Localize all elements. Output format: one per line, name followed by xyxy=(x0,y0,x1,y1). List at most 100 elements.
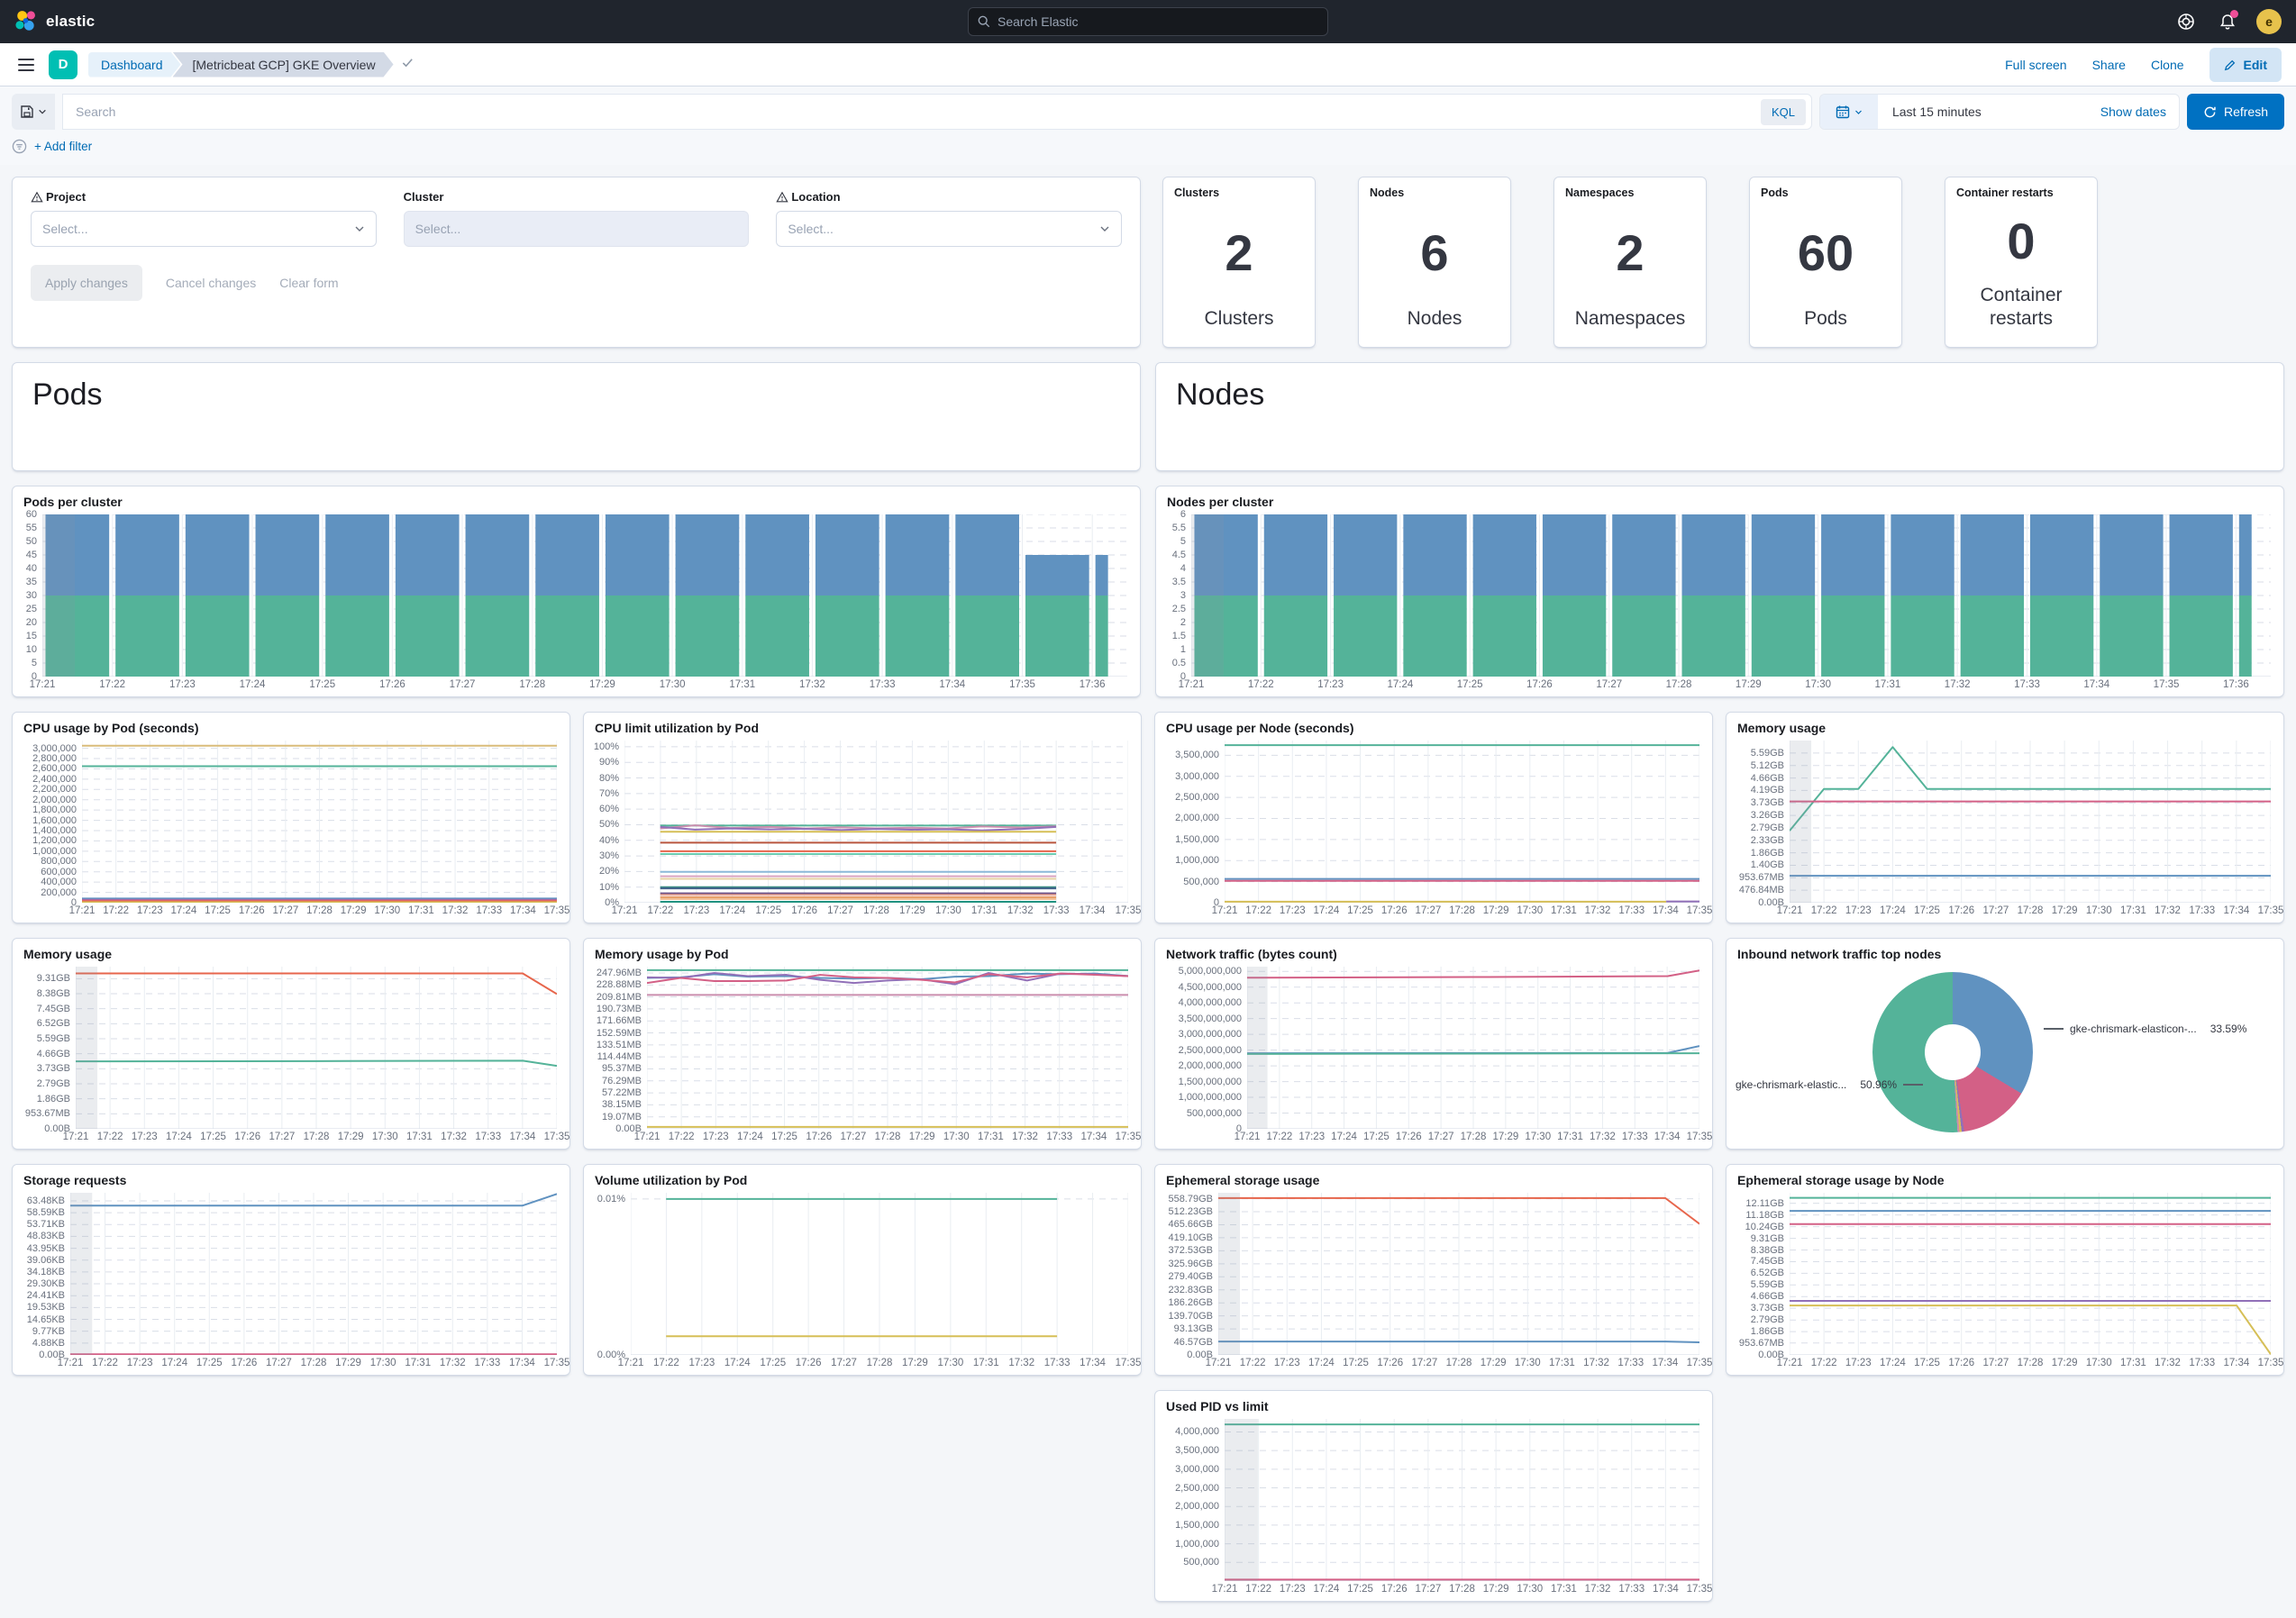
x-tick-label: 17:34 xyxy=(509,1358,535,1368)
menu-hamburger-icon[interactable] xyxy=(14,55,38,75)
chart-ephemeral-storage-usage: Ephemeral storage usage0.00B46.57GB93.13… xyxy=(1154,1164,1713,1376)
chart-nodes-per-cluster: Nodes per cluster00.511.522.533.544.555.… xyxy=(1155,486,2284,697)
edit-button[interactable]: Edit xyxy=(2209,48,2282,82)
x-tick-label: 17:34 xyxy=(1080,1358,1106,1368)
x-tick-label: 17:25 xyxy=(200,1132,226,1142)
x-tick-label: 17:21 xyxy=(63,1132,89,1142)
x-axis-labels: 17:2117:2217:2317:2417:2517:2617:2717:28… xyxy=(1790,903,2271,923)
space-badge[interactable]: D xyxy=(49,50,77,79)
x-tick-label: 17:25 xyxy=(196,1358,223,1368)
query-search-input[interactable]: Search KQL xyxy=(62,94,1812,130)
y-tick-label: 2,000,000 xyxy=(32,795,77,805)
x-tick-label: 17:24 xyxy=(1880,1358,1906,1368)
y-tick-label: 1,000,000 xyxy=(1175,855,1219,866)
metric-title: Clusters xyxy=(1174,186,1304,199)
x-tick-label: 17:33 xyxy=(870,679,896,690)
x-tick-label: 17:23 xyxy=(137,905,163,916)
refresh-button[interactable]: Refresh xyxy=(2187,94,2284,130)
time-range-value[interactable]: Last 15 minutes xyxy=(1878,105,2100,119)
y-tick-label: 2,500,000,000 xyxy=(1179,1045,1242,1056)
metric-title: Container restarts xyxy=(1956,186,2086,199)
avatar[interactable]: e xyxy=(2256,9,2282,34)
x-tick-label: 17:21 xyxy=(618,1358,644,1368)
global-search-input[interactable]: Search Elastic xyxy=(968,7,1328,36)
y-tick-label: 2,400,000 xyxy=(32,774,77,785)
y-tick-label: 20 xyxy=(26,617,37,628)
metric-label: Clusters xyxy=(1174,307,1304,338)
x-tick-label: 17:33 xyxy=(2189,905,2215,916)
cluster-select[interactable]: Select... xyxy=(404,211,750,247)
x-tick-label: 17:26 xyxy=(1396,1132,1422,1142)
full-screen-button[interactable]: Full screen xyxy=(2005,58,2066,72)
y-axis-labels: 00.511.522.533.544.555.56 xyxy=(1163,514,1191,677)
y-tick-label: 80% xyxy=(599,773,619,784)
x-tick-label: 17:28 xyxy=(863,905,889,916)
chart-plot xyxy=(76,967,557,1129)
chart-body: 0%10%20%30%40%50%60%70%80%90%100% xyxy=(584,737,1141,903)
apply-changes-button[interactable]: Apply changes xyxy=(31,265,142,301)
x-tick-label: 17:31 xyxy=(729,679,755,690)
chart-plot xyxy=(1225,1419,1699,1581)
x-tick-label: 17:27 xyxy=(827,905,853,916)
add-filter-button[interactable]: + Add filter xyxy=(34,140,92,153)
clone-button[interactable]: Clone xyxy=(2151,58,2184,72)
y-tick-label: 0.5 xyxy=(1172,658,1186,668)
x-tick-label: 17:33 xyxy=(2189,1358,2215,1368)
y-tick-label: 70% xyxy=(599,788,619,799)
y-tick-label: 5,000,000,000 xyxy=(1179,966,1242,977)
saved-check-icon[interactable] xyxy=(401,56,415,74)
y-tick-label: 279.40GB xyxy=(1168,1271,1213,1282)
x-axis-labels: 17:2117:2217:2317:2417:2517:2617:2717:28… xyxy=(70,1355,557,1375)
chart-body: 0500,000,0001,000,000,0001,500,000,0002,… xyxy=(1155,963,1712,1129)
y-tick-label: 1,000,000,000 xyxy=(1179,1092,1242,1103)
x-tick-label: 17:22 xyxy=(1245,1584,1271,1595)
x-tick-label: 17:28 xyxy=(1461,1132,1487,1142)
chart-plot xyxy=(1790,741,2271,903)
share-button[interactable]: Share xyxy=(2092,58,2126,72)
x-tick-label: 17:32 xyxy=(1585,905,1611,916)
kql-selector-button[interactable]: KQL xyxy=(1761,99,1806,125)
filter-icon[interactable] xyxy=(12,139,27,154)
x-tick-label: 17:35 xyxy=(544,905,570,916)
y-tick-label: 11.18GB xyxy=(1745,1210,1784,1221)
breadcrumb-dashboard[interactable]: Dashboard xyxy=(88,52,181,77)
saved-query-button[interactable] xyxy=(12,94,55,130)
x-tick-label: 17:29 xyxy=(338,1132,364,1142)
y-tick-label: 95.37MB xyxy=(602,1063,642,1074)
y-tick-label: 4.5 xyxy=(1172,550,1186,560)
cancel-changes-button[interactable]: Cancel changes xyxy=(166,276,256,290)
y-tick-label: 3.73GB xyxy=(37,1063,70,1074)
calendar-button[interactable] xyxy=(1820,95,1878,129)
y-tick-label: 2.79GB xyxy=(1751,823,1784,833)
x-tick-label: 17:33 xyxy=(1044,1358,1071,1368)
x-tick-label: 17:30 xyxy=(370,1358,396,1368)
y-tick-label: 0.01% xyxy=(597,1194,625,1204)
donut-slice-label: gke-chrismark-elasticon-...33.59% xyxy=(2044,1023,2246,1035)
notifications-bell-icon[interactable] xyxy=(2215,9,2240,34)
x-tick-label: 17:35 xyxy=(544,1358,570,1368)
clear-form-button[interactable]: Clear form xyxy=(279,276,338,290)
chart-title: Network traffic (bytes count) xyxy=(1155,939,1712,963)
x-axis-labels: 17:2117:2217:2317:2417:2517:2617:2717:28… xyxy=(624,903,1128,923)
y-tick-label: 139.70GB xyxy=(1168,1311,1213,1322)
project-select[interactable]: Select... xyxy=(31,211,377,247)
x-tick-label: 17:24 xyxy=(1314,1584,1340,1595)
y-tick-label: 1,200,000 xyxy=(32,835,77,846)
metric-nodes: Nodes 6 Nodes xyxy=(1358,177,1511,348)
y-tick-label: 2.79GB xyxy=(37,1078,70,1089)
x-tick-label: 17:23 xyxy=(132,1132,158,1142)
help-icon[interactable] xyxy=(2173,9,2199,34)
chart-plot xyxy=(1225,741,1699,903)
y-tick-label: 476.84MB xyxy=(1739,885,1784,895)
y-tick-label: 90% xyxy=(599,757,619,768)
location-select[interactable]: Select... xyxy=(776,211,1122,247)
elastic-logo[interactable]: elastic xyxy=(14,10,95,33)
x-axis-labels: 17:2117:2217:2317:2417:2517:2617:2717:28… xyxy=(76,1129,557,1149)
warning-icon xyxy=(31,191,43,204)
x-tick-label: 17:35 xyxy=(2154,679,2180,690)
x-tick-label: 17:27 xyxy=(831,1358,857,1368)
y-tick-label: 2,800,000 xyxy=(32,753,77,764)
show-dates-button[interactable]: Show dates xyxy=(2100,105,2179,119)
x-tick-label: 17:33 xyxy=(1046,1132,1072,1142)
y-tick-label: 1.5 xyxy=(1172,631,1186,641)
